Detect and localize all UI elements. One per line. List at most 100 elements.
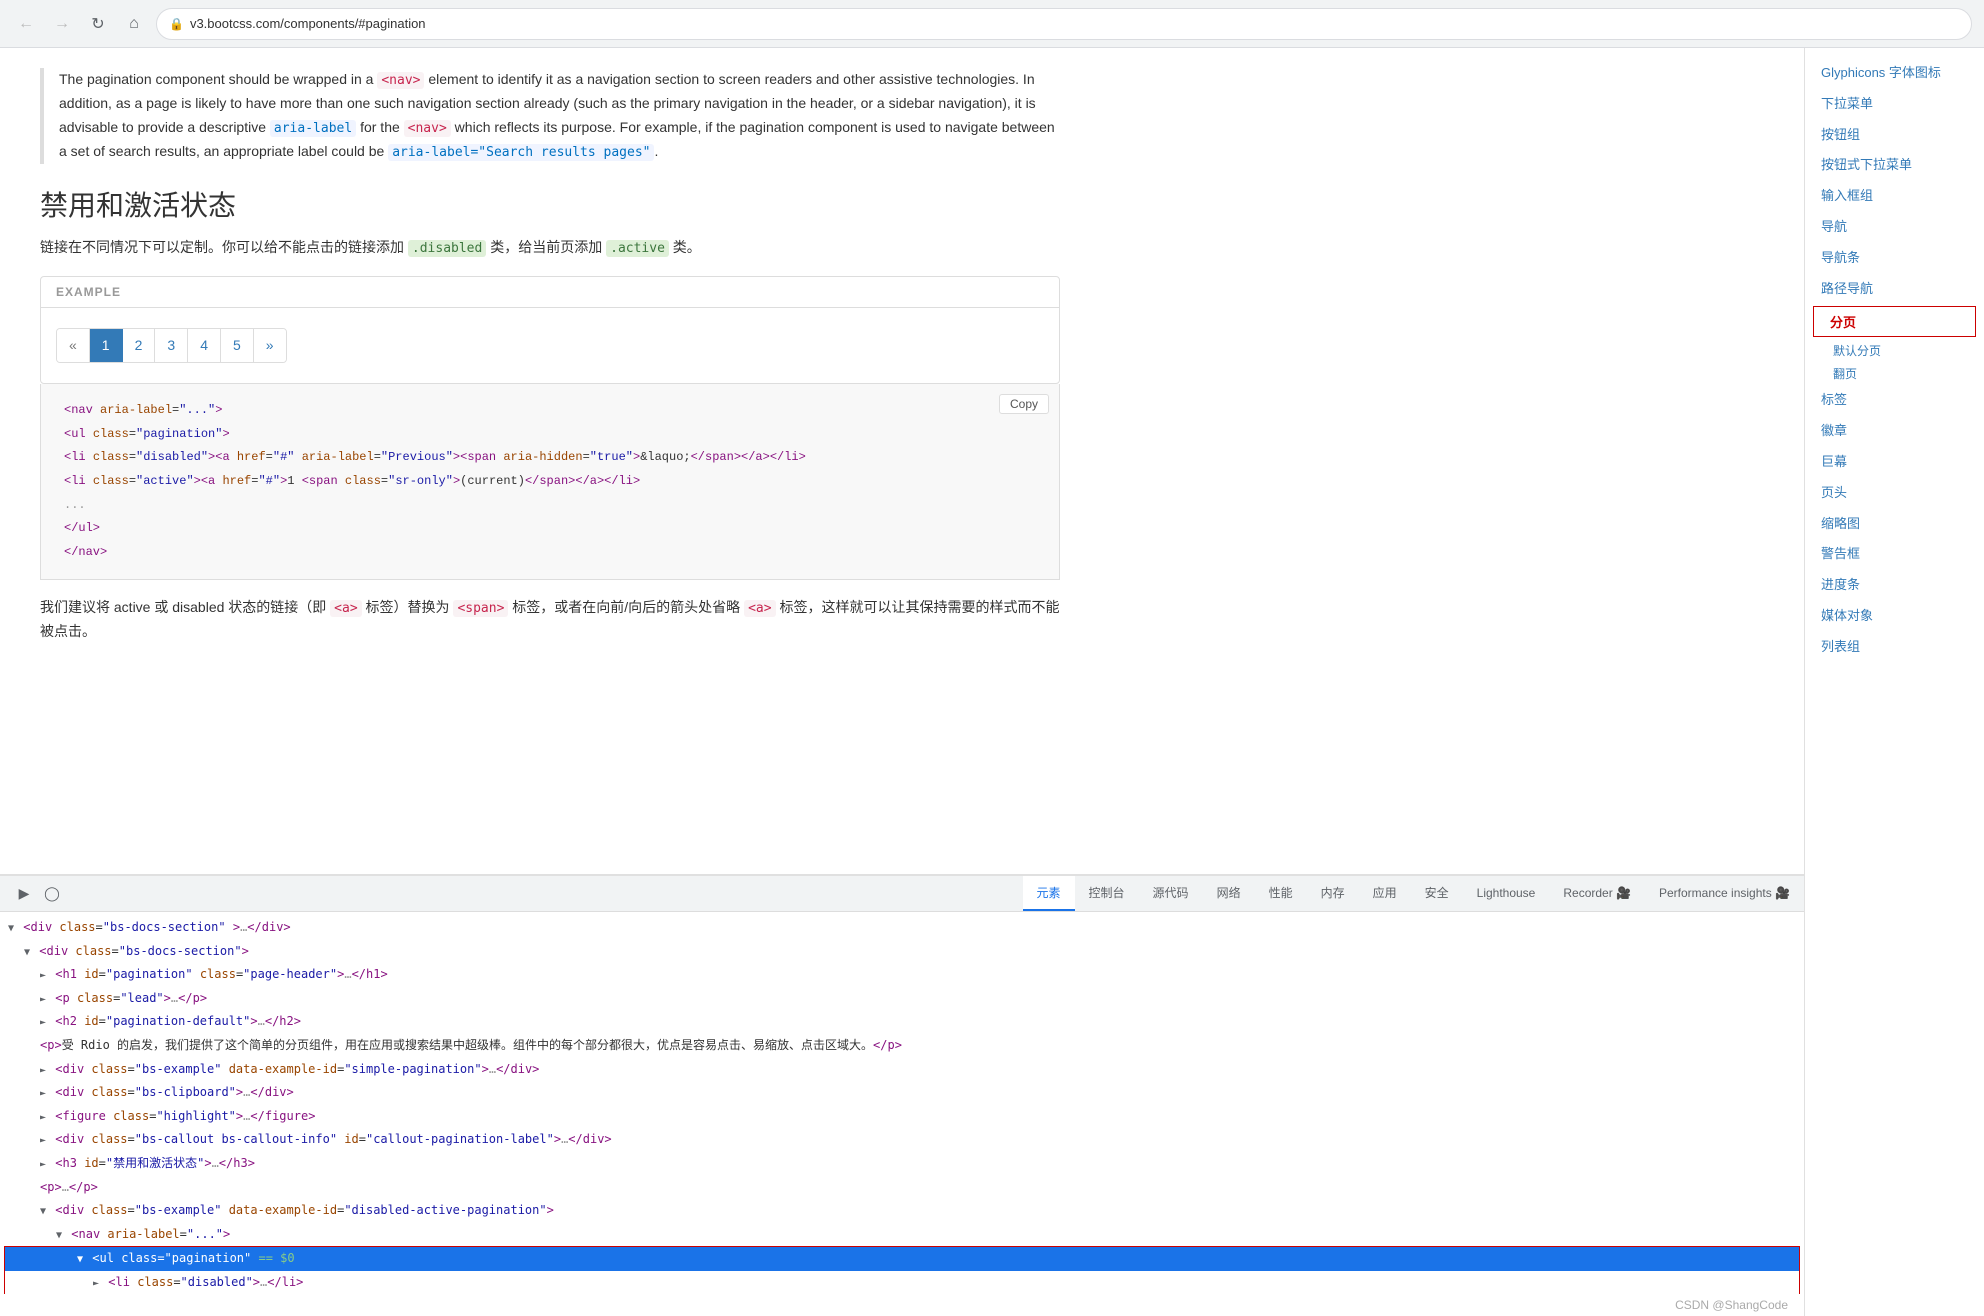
next-link[interactable]: » [254, 329, 286, 362]
footer-watermark: CSDN @ShangCode [0, 1294, 1804, 1316]
tab-security[interactable]: 安全 [1411, 876, 1463, 911]
right-sidebar: Glyphicons 字体图标 下拉菜单 按钮组 按钮式下拉菜单 输入框组 导航… [1804, 48, 1984, 1316]
dom-line[interactable]: ► <h2 id="pagination-default">…</h2> [0, 1010, 1804, 1034]
page-5-link[interactable]: 5 [221, 329, 254, 362]
sidebar-item-input-group[interactable]: 输入框组 [1805, 181, 1984, 212]
sidebar-item-progress[interactable]: 进度条 [1805, 570, 1984, 601]
code-block-wrapper: Copy <nav aria-label="..."> <ul class="p… [40, 384, 1060, 580]
tab-console[interactable]: 控制台 [1075, 876, 1139, 911]
sidebar-item-thumbnails[interactable]: 缩略图 [1805, 509, 1984, 540]
sidebar-item-labels[interactable]: 标签 [1805, 385, 1984, 416]
sidebar-item-dropdown[interactable]: 下拉菜单 [1805, 89, 1984, 120]
code-line-4: <li class="active"><a href="#">1 <span c… [56, 470, 1044, 494]
page-2-link[interactable]: 2 [123, 329, 156, 362]
devtools-content[interactable]: ▼ <div class="bs-docs-section" >…</div> … [0, 912, 1804, 1294]
tab-performance-insights[interactable]: Performance insights 🎥 [1645, 876, 1804, 911]
triangle-icon: ► [40, 994, 46, 1005]
dom-line[interactable]: ▼ <nav aria-label="..."> [0, 1223, 1804, 1247]
code-line-3: <li class="disabled"><a href="#" aria-la… [56, 446, 1044, 470]
tab-sources[interactable]: 源代码 [1139, 876, 1203, 911]
code-block: <nav aria-label="..."> <ul class="pagina… [56, 399, 1044, 564]
doc-content: The pagination component should be wrapp… [0, 48, 1100, 874]
example-content: « 1 2 3 4 [41, 308, 1059, 383]
sidebar-sub-default-pagination[interactable]: 默认分页 [1805, 339, 1984, 362]
tab-application[interactable]: 应用 [1359, 876, 1411, 911]
page-3-link[interactable]: 3 [155, 329, 188, 362]
triangle-icon: ► [40, 1065, 46, 1076]
dom-line[interactable]: ▼ <div class="bs-docs-section"> [0, 940, 1804, 964]
sidebar-item-media[interactable]: 媒体对象 [1805, 601, 1984, 632]
tab-network[interactable]: 网络 [1203, 876, 1255, 911]
sidebar-item-breadcrumb[interactable]: 路径导航 [1805, 274, 1984, 305]
triangle-icon: ► [40, 1159, 46, 1170]
watermark-text: CSDN @ShangCode [1675, 1298, 1788, 1312]
sidebar-item-nav[interactable]: 导航 [1805, 212, 1984, 243]
dom-line[interactable]: ▼ <div class="bs-docs-section" >…</div> [0, 916, 1804, 940]
sidebar-item-list-group[interactable]: 列表组 [1805, 632, 1984, 663]
dom-line[interactable]: ► <div class="bs-example" data-example-i… [0, 1058, 1804, 1082]
sidebar-item-navbar[interactable]: 导航条 [1805, 243, 1984, 274]
sidebar-item-pagination[interactable]: 分页 [1813, 306, 1976, 337]
sidebar-item-buttons[interactable]: 按钮组 [1805, 120, 1984, 151]
dom-line[interactable]: ▼ <div class="bs-example" data-example-i… [0, 1199, 1804, 1223]
prev-link[interactable]: « [57, 329, 90, 362]
pagination-next[interactable]: » [254, 329, 286, 362]
inspect-icon[interactable]: ▶ [10, 880, 38, 908]
sidebar-item-glyphicons[interactable]: Glyphicons 字体图标 [1805, 58, 1984, 89]
tab-lighthouse[interactable]: Lighthouse [1463, 876, 1550, 911]
section-desc: 链接在不同情况下可以定制。你可以给不能点击的链接添加 .disabled 类，给… [40, 236, 1060, 260]
dom-line[interactable]: ► <div class="bs-clipboard">…</div> [0, 1081, 1804, 1105]
pagination-page-5[interactable]: 5 [221, 329, 254, 362]
dom-line[interactable]: ► <h3 id="禁用和激活状态">…</h3> [0, 1152, 1804, 1176]
sidebar-item-alerts[interactable]: 警告框 [1805, 539, 1984, 570]
dom-line[interactable]: ► <figure class="highlight">…</figure> [0, 1105, 1804, 1129]
pagination-page-2[interactable]: 2 [123, 329, 156, 362]
pagination-demo: « 1 2 3 4 [56, 328, 287, 363]
devtools-icons: ▶ ◯ [4, 876, 66, 911]
pagination-page-1[interactable]: 1 [90, 329, 123, 362]
triangle-icon: ▼ [77, 1254, 83, 1265]
url-text: v3.bootcss.com/components/#pagination [190, 16, 426, 31]
triangle-icon: ► [40, 1112, 46, 1123]
copy-button[interactable]: Copy [999, 394, 1049, 414]
triangle-icon: ▼ [40, 1206, 46, 1217]
triangle-icon: ▼ [56, 1230, 62, 1241]
tab-memory[interactable]: 内存 [1307, 876, 1359, 911]
sidebar-sub-pager[interactable]: 翻页 [1805, 362, 1984, 385]
dom-line[interactable]: ► <div class="bs-callout bs-callout-info… [0, 1128, 1804, 1152]
sidebar-item-btn-dropdown[interactable]: 按钮式下拉菜单 [1805, 150, 1984, 181]
page-1-link[interactable]: 1 [90, 329, 123, 362]
page-4-link[interactable]: 4 [188, 329, 221, 362]
triangle-icon: ► [40, 970, 46, 981]
code-line-1: <nav aria-label="..."> [56, 399, 1044, 423]
home-button[interactable]: ⌂ [120, 10, 148, 38]
tab-elements[interactable]: 元素 [1023, 876, 1075, 911]
dom-line[interactable]: ► <h1 id="pagination" class="page-header… [0, 963, 1804, 987]
sidebar-item-badges[interactable]: 徽章 [1805, 416, 1984, 447]
tab-performance[interactable]: 性能 [1255, 876, 1307, 911]
back-button[interactable]: ← [12, 10, 40, 38]
forward-button[interactable]: → [48, 10, 76, 38]
pagination-page-3[interactable]: 3 [155, 329, 188, 362]
reload-button[interactable]: ↻ [84, 10, 112, 38]
dom-line[interactable]: <p>受 Rdio 的启发，我们提供了这个简单的分页组件，用在应用或搜索结果中超… [0, 1034, 1804, 1058]
dom-line-selected[interactable]: ▼ <ul class="pagination" == $0 [5, 1247, 1799, 1271]
dom-line[interactable]: ► <li class="disabled">…</li> [5, 1271, 1799, 1294]
bottom-note: 我们建议将 active 或 disabled 状态的链接（即 <a> 标签）替… [40, 596, 1060, 644]
content-area: The pagination component should be wrapp… [0, 48, 1804, 874]
section-title: 禁用和激活状态 [40, 184, 1060, 224]
dom-line[interactable]: ► <p class="lead">…</p> [0, 987, 1804, 1011]
sidebar-item-page-header[interactable]: 页头 [1805, 478, 1984, 509]
code-line-6: </ul> [56, 517, 1044, 541]
sidebar-item-jumbotron[interactable]: 巨幕 [1805, 447, 1984, 478]
pagination-page-4[interactable]: 4 [188, 329, 221, 362]
browser-bar: ← → ↻ ⌂ 🔒 v3.bootcss.com/components/#pag… [0, 0, 1984, 48]
dom-line[interactable]: <p>…</p> [0, 1176, 1804, 1200]
address-bar[interactable]: 🔒 v3.bootcss.com/components/#pagination [156, 8, 1972, 40]
triangle-icon: ▼ [8, 923, 14, 934]
tab-recorder[interactable]: Recorder 🎥 [1549, 876, 1645, 911]
device-icon[interactable]: ◯ [38, 880, 66, 908]
code-line-7: </nav> [56, 541, 1044, 565]
pagination-prev[interactable]: « [57, 329, 90, 362]
intro-paragraph: The pagination component should be wrapp… [40, 68, 1060, 164]
